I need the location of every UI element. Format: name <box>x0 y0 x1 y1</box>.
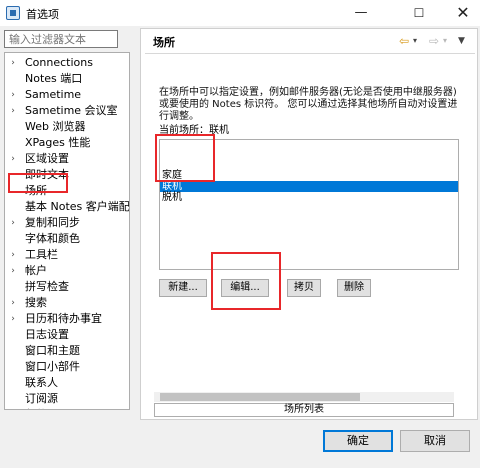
view-menu-icon[interactable]: ▼ <box>458 32 465 50</box>
back-arrow-icon[interactable]: ⇦ <box>399 32 409 50</box>
location-item-selected[interactable]: 联机 <box>160 181 458 192</box>
close-button[interactable]: ✕ <box>440 0 480 26</box>
maximize-button[interactable]: ☐ <box>396 0 442 26</box>
highlight-box-location-list <box>155 134 215 182</box>
tree-item-label: 基本 Notes 客户端配置 <box>25 200 130 213</box>
forward-dropdown-icon[interactable]: ▾ <box>443 32 447 50</box>
back-dropdown-icon[interactable]: ▾ <box>413 32 417 50</box>
chevron-right-icon[interactable]: › <box>8 55 18 71</box>
tree-item-label: 邮件 <box>25 407 47 409</box>
tree-item-label: XPages 性能 <box>25 136 91 149</box>
chevron-right-icon[interactable]: › <box>8 103 18 119</box>
window-title: 首选项 <box>26 8 59 21</box>
tree-item-label: Sametime <box>25 88 82 101</box>
chevron-right-icon[interactable]: › <box>8 151 18 167</box>
chevron-right-icon[interactable]: › <box>8 311 18 327</box>
location-item[interactable]: 脱机 <box>160 192 458 203</box>
minimize-button[interactable]: — <box>338 0 384 26</box>
left-panel: › Connections Notes 端口 › Sametime › Sametime 会… <box>4 28 130 410</box>
horizontal-scrollbar[interactable] <box>154 392 454 402</box>
new-button[interactable]: 新建... <box>159 279 207 297</box>
tree-item-label: 拼写检查 <box>25 280 69 293</box>
preference-tree: › Connections Notes 端口 › Sametime › Sametime 会… <box>4 52 130 410</box>
preference-page: 场所 ⇦ ▾ ⇨ ▾ ▼ 在场所中可以指定设置，例如邮件服务器(无论是否使用中继… <box>140 28 478 420</box>
title-bar: 首选项 — ☐ ✕ <box>0 0 480 26</box>
chevron-right-icon[interactable]: › <box>8 215 18 231</box>
ok-button[interactable]: 确定 <box>323 430 393 452</box>
app-icon <box>6 6 20 20</box>
chevron-right-icon[interactable]: › <box>8 263 18 279</box>
highlight-box-tree-item <box>8 173 68 193</box>
tree-item-label: 复制和同步 <box>25 216 80 229</box>
forward-arrow-icon[interactable]: ⇨ <box>429 32 439 50</box>
page-description: 在场所中可以指定设置，例如邮件服务器(无论是否使用中继服务器)或要使用的 Not… <box>159 87 458 122</box>
chevron-right-icon[interactable]: › <box>8 295 18 311</box>
tree-item-label: 区域设置 <box>25 152 69 165</box>
tree-item-label: Sametime 会议室 <box>25 104 118 117</box>
tree-item-label: 订阅源 <box>25 392 58 405</box>
cancel-button[interactable]: 取消 <box>400 430 470 452</box>
filter-input[interactable] <box>4 30 118 48</box>
tree-item-label: 窗口小部件 <box>25 360 80 373</box>
divider <box>145 53 475 54</box>
tree-item-label: 工具栏 <box>25 248 58 261</box>
delete-button[interactable]: 删除 <box>337 279 371 297</box>
tree-item-label: Connections <box>25 56 93 69</box>
chevron-right-icon[interactable]: › <box>8 247 18 263</box>
tree-item-label: Notes 端口 <box>25 72 83 85</box>
location-list-footer: 场所列表 <box>154 403 454 417</box>
tree-item-label: 搜索 <box>25 296 47 309</box>
chevron-right-icon[interactable]: › <box>8 87 18 103</box>
tree-item-label: 窗口和主题 <box>25 344 80 357</box>
tree-item-label: 字体和颜色 <box>25 232 80 245</box>
copy-button[interactable]: 拷贝 <box>287 279 321 297</box>
tree-item-label: 日志设置 <box>25 328 69 341</box>
chevron-right-icon[interactable]: › <box>8 407 18 409</box>
dialog-footer: 确定 取消 <box>0 420 480 468</box>
page-title: 场所 <box>153 36 175 49</box>
tree-item-label: Web 浏览器 <box>25 120 86 133</box>
scrollbar-thumb[interactable] <box>160 393 360 401</box>
tree-item-label: 日历和待办事宜 <box>25 312 102 325</box>
tree-item-label: 联系人 <box>25 376 58 389</box>
tree-item-label: 帐户 <box>25 264 47 277</box>
highlight-box-edit-button <box>211 252 281 310</box>
